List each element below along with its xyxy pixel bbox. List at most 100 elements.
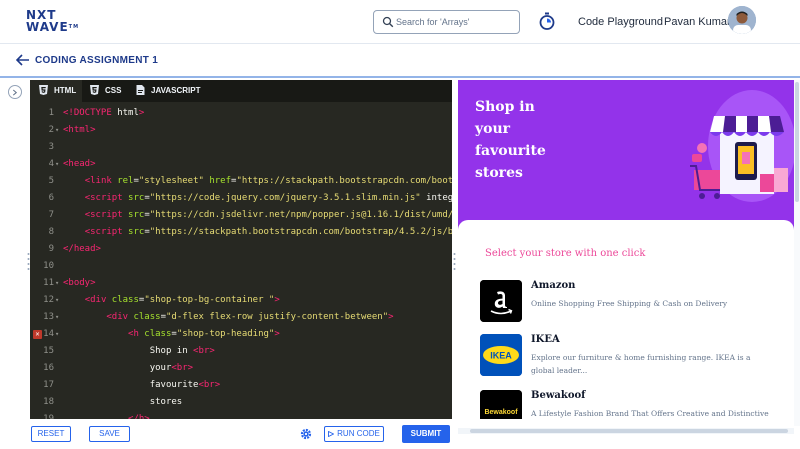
expand-sidebar-button[interactable] bbox=[8, 85, 22, 99]
line-number: 14 bbox=[43, 329, 54, 339]
line-number: 10 bbox=[43, 261, 54, 271]
tab-javascript[interactable]: JAVASCRIPT bbox=[136, 80, 216, 102]
hero-line-2: your bbox=[475, 121, 511, 137]
code-line[interactable]: 3 bbox=[30, 139, 452, 156]
line-number: 5 bbox=[48, 176, 54, 186]
tab-html[interactable]: HTML bbox=[30, 80, 82, 102]
line-number: 9 bbox=[48, 244, 54, 254]
store-name: Bewakoof bbox=[531, 390, 586, 401]
code-line[interactable]: 4 ▾ <head> bbox=[30, 156, 452, 173]
user-name[interactable]: Pavan Kumar bbox=[664, 16, 731, 28]
code-playground-link[interactable]: Code Playground bbox=[578, 16, 663, 28]
code-line[interactable]: 15 Shop in <br> bbox=[30, 343, 452, 360]
line-number: 16 bbox=[43, 363, 54, 373]
code-line[interactable]: 11 ▾ <body> bbox=[30, 275, 452, 292]
code-line[interactable]: 13 ▾ <div class="d-flex flex-row justify-… bbox=[30, 309, 452, 326]
fold-toggle-icon[interactable]: ▾ bbox=[55, 122, 61, 139]
run-code-button[interactable]: RUN CODE bbox=[324, 426, 384, 442]
back-arrow-icon[interactable] bbox=[16, 54, 30, 66]
reset-button[interactable]: RESET bbox=[31, 426, 71, 442]
fold-toggle-icon[interactable]: ▾ bbox=[55, 309, 61, 326]
nxtwave-logo[interactable]: NXT WAVETM bbox=[26, 9, 79, 33]
store-item-ikea[interactable]: IKEA IKEA Explore our furniture & home f… bbox=[480, 334, 780, 380]
code-line[interactable]: 17 favourite<br> bbox=[30, 377, 452, 394]
chevron-right-icon bbox=[12, 89, 18, 96]
code-line[interactable]: 5 <link rel="stylesheet" href="https://s… bbox=[30, 173, 452, 190]
store-item-amazon[interactable]: Amazon Online Shopping Free Shipping & C… bbox=[480, 280, 780, 326]
editor-tabs: HTML CSS JAVASCRIPT bbox=[30, 80, 452, 102]
code-text: Shop in <br> bbox=[63, 346, 215, 356]
code-line[interactable]: 18 stores bbox=[30, 394, 452, 411]
top-navbar: NXT WAVETM Code Playground Pavan Kumar bbox=[0, 0, 800, 44]
code-text: <div class="shop-top-bg-container "> bbox=[84, 295, 280, 305]
line-number: 2 bbox=[48, 125, 54, 135]
line-number: 4 bbox=[48, 159, 54, 169]
code-line[interactable]: 6 <script src="https://code.jquery.com/j… bbox=[30, 190, 452, 207]
store-item-bewakoof[interactable]: Bewakoof Bewakoof A Lifestyle Fashion Br… bbox=[480, 390, 780, 419]
code-line[interactable]: 8 <script src="https://stackpath.bootstr… bbox=[30, 224, 452, 241]
code-text: </head> bbox=[63, 244, 101, 254]
search-icon bbox=[382, 16, 394, 28]
code-text: <script src="https://stackpath.bootstrap… bbox=[84, 227, 452, 237]
hero-line-3: favourite bbox=[475, 143, 546, 159]
bewakoof-logo: Bewakoof bbox=[480, 390, 522, 419]
logo-line-2: WAVETM bbox=[26, 20, 80, 34]
code-text: your<br> bbox=[63, 363, 194, 373]
search-box[interactable] bbox=[373, 10, 520, 34]
bewakoof-logo-text: Bewakoof bbox=[484, 409, 518, 416]
html5-icon bbox=[39, 85, 48, 95]
shop-hero-banner: Shop in your favourite stores bbox=[458, 80, 800, 230]
code-line[interactable]: 10 bbox=[30, 258, 452, 275]
tab-html-label: HTML bbox=[54, 86, 77, 95]
line-number: 8 bbox=[48, 227, 54, 237]
code-line[interactable]: 16 your<br> bbox=[30, 360, 452, 377]
bewakoof-logo-icon: Bewakoof bbox=[480, 390, 522, 419]
hero-heading: Shop in your favourite stores bbox=[475, 96, 585, 184]
play-icon bbox=[328, 430, 335, 437]
search-input[interactable] bbox=[396, 14, 516, 30]
fold-toggle-icon[interactable]: ▾ bbox=[55, 275, 61, 292]
code-editor[interactable]: HTML CSS JAVASCRIPT 1 <!DOCTYPE html> 2 ▾ <h… bbox=[30, 80, 452, 419]
resize-handle-icon[interactable] bbox=[453, 252, 456, 272]
code-text: favourite<br> bbox=[63, 380, 221, 390]
tab-css-label: CSS bbox=[105, 86, 122, 95]
code-line[interactable]: 19 </h> bbox=[30, 411, 452, 419]
code-line[interactable]: 2 ▾ <html> bbox=[30, 122, 452, 139]
hero-line-4: stores bbox=[475, 165, 523, 181]
code-lines[interactable]: 1 <!DOCTYPE html> 2 ▾ <html> 3 4 ▾ <head> 5 <link… bbox=[30, 102, 452, 419]
code-text: </h> bbox=[128, 414, 150, 419]
preview-vertical-scroll-thumb[interactable] bbox=[795, 82, 799, 202]
code-text: <script src="https://cdn.jsdelivr.net/np… bbox=[84, 210, 452, 220]
fold-toggle-icon[interactable]: ▾ bbox=[55, 156, 61, 173]
code-text: <html> bbox=[63, 125, 96, 135]
logo-tm: TM bbox=[68, 24, 80, 30]
store-name: Amazon bbox=[531, 280, 576, 291]
tab-javascript-label: JAVASCRIPT bbox=[151, 86, 201, 95]
code-text: <head> bbox=[63, 159, 96, 169]
css3-icon bbox=[90, 85, 99, 95]
preview-horizontal-scroll-thumb[interactable] bbox=[470, 429, 788, 433]
tab-css[interactable]: CSS bbox=[90, 80, 130, 102]
js-file-icon bbox=[136, 85, 145, 95]
fold-toggle-icon[interactable]: ▾ bbox=[55, 292, 61, 309]
output-preview[interactable]: Shop in your favourite stores Select you… bbox=[458, 80, 800, 419]
fold-toggle-icon[interactable]: ▾ bbox=[55, 326, 61, 343]
code-text: <div class="d-flex flex-row justify-cont… bbox=[106, 312, 394, 322]
amazon-logo bbox=[480, 280, 522, 322]
save-button[interactable]: SAVE bbox=[89, 426, 130, 442]
code-line[interactable]: 7 <script src="https://cdn.jsdelivr.net/… bbox=[30, 207, 452, 224]
code-line[interactable]: 1 <!DOCTYPE html> bbox=[30, 105, 452, 122]
line-number: 1 bbox=[48, 108, 54, 118]
code-line[interactable]: ✕ 14 ▾ <h class="shop-top-heading"> bbox=[30, 326, 452, 343]
store-name: IKEA bbox=[531, 334, 560, 345]
stopwatch-icon[interactable] bbox=[539, 12, 555, 30]
submit-button[interactable]: SUBMIT bbox=[402, 425, 450, 443]
gear-icon[interactable] bbox=[300, 428, 312, 440]
line-number: 7 bbox=[48, 210, 54, 220]
code-line[interactable]: 12 ▾ <div class="shop-top-bg-container "> bbox=[30, 292, 452, 309]
line-number: 3 bbox=[48, 142, 54, 152]
amazon-logo-icon bbox=[480, 280, 522, 322]
code-line[interactable]: 9 </head> bbox=[30, 241, 452, 258]
avatar[interactable] bbox=[728, 6, 756, 34]
ikea-logo: IKEA bbox=[480, 334, 522, 376]
